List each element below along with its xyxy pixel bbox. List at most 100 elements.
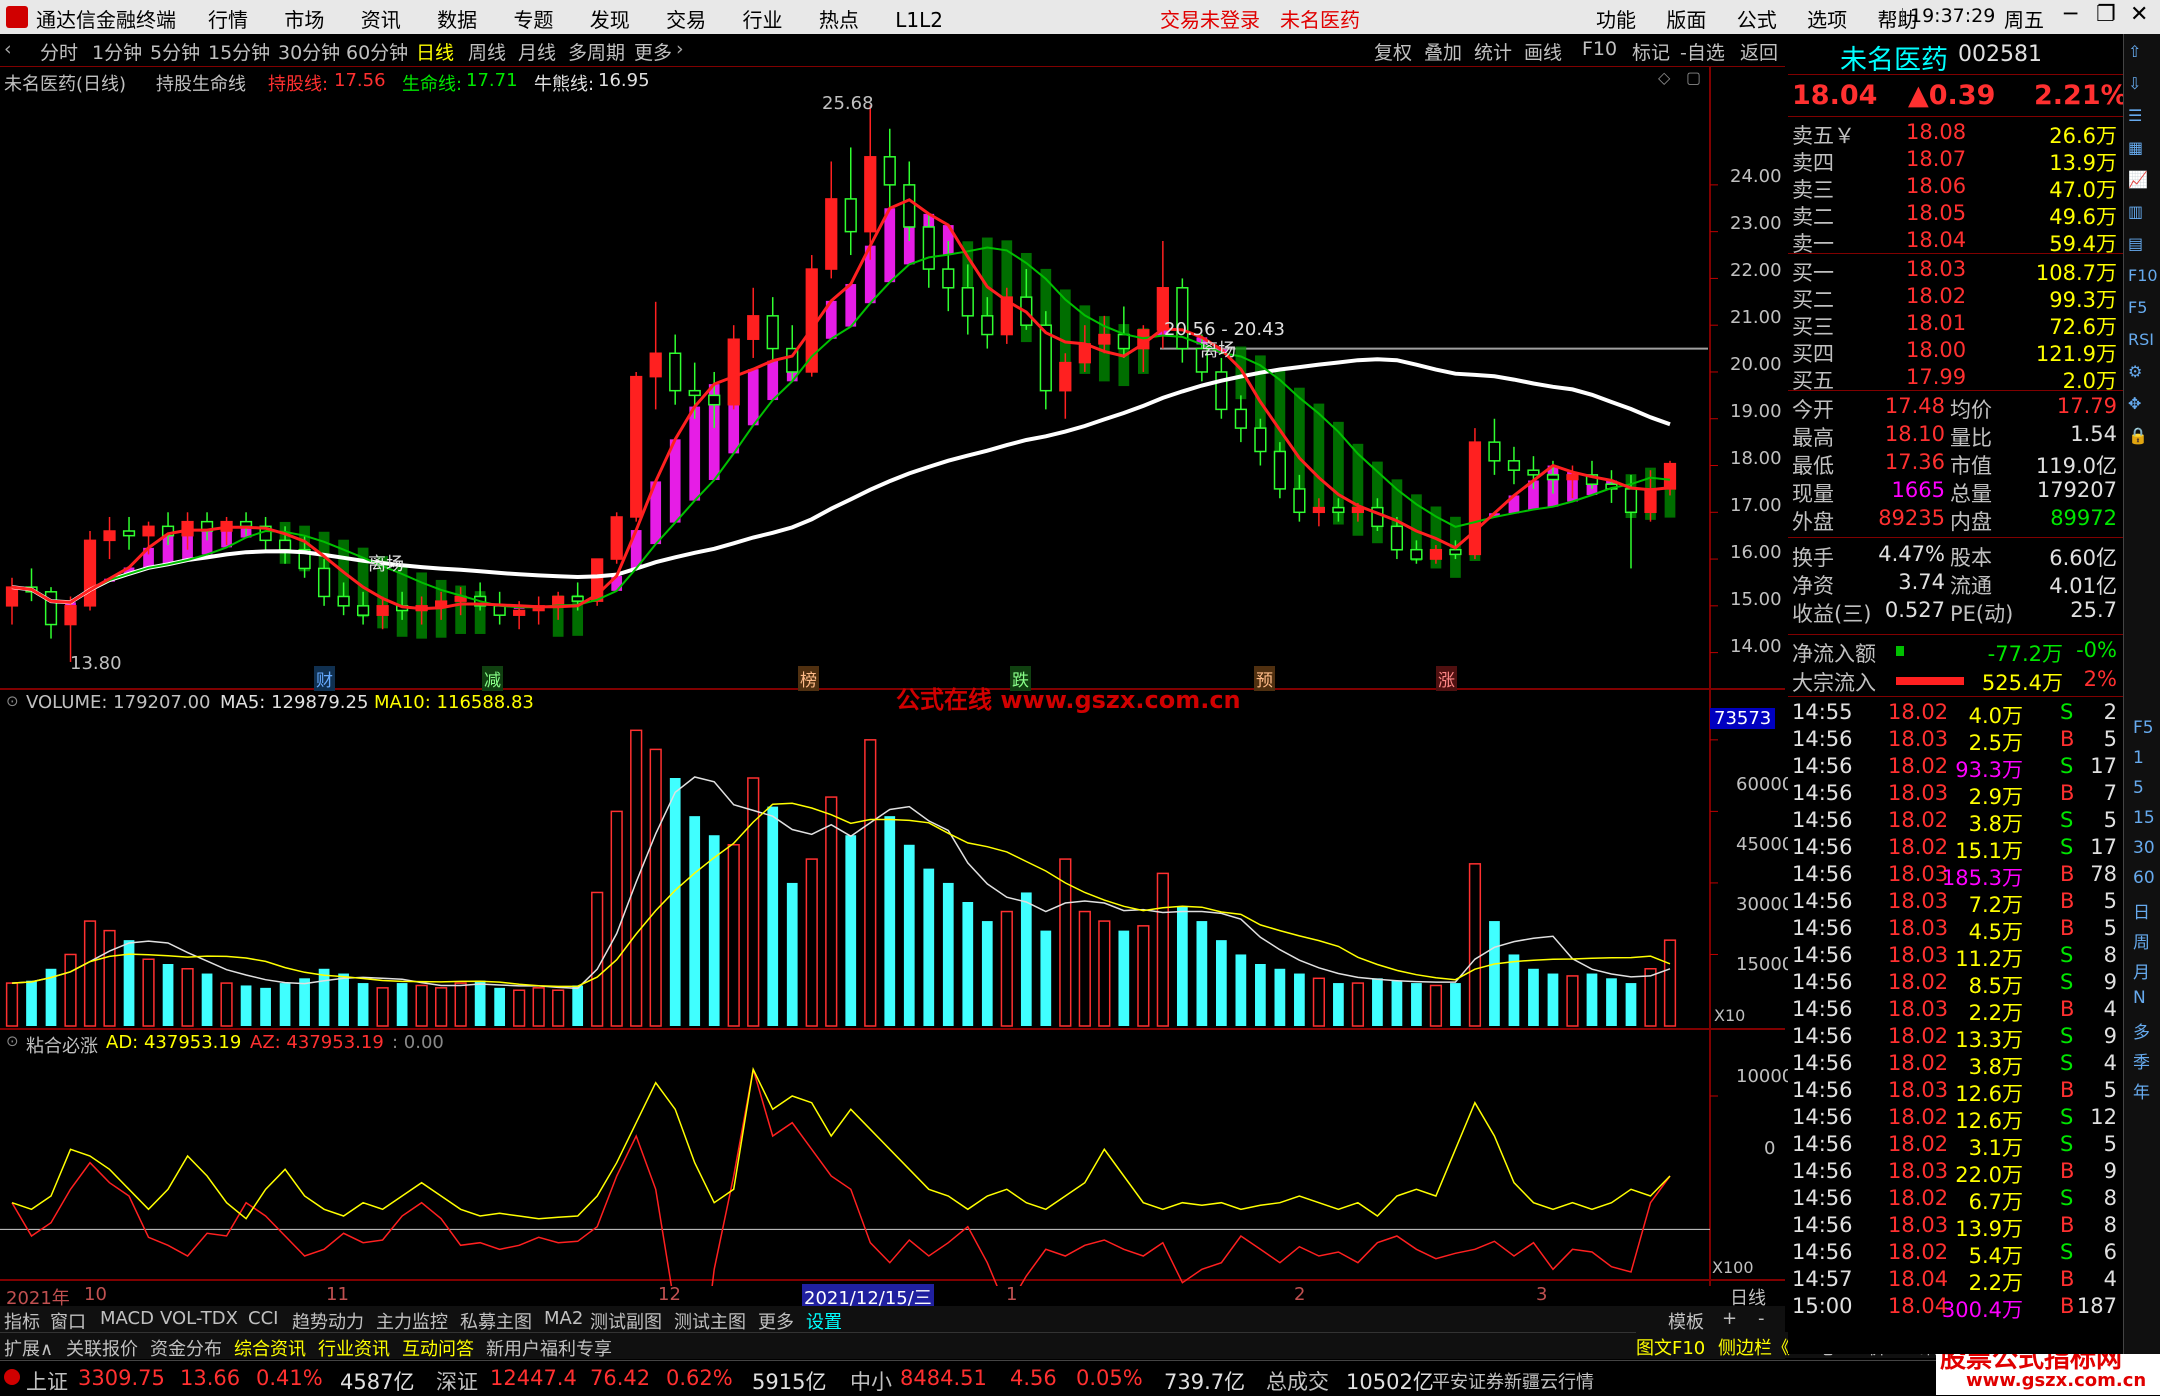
tab-related-quotes[interactable]: 关联报价 <box>66 1335 138 1361</box>
tab-macd[interactable]: MACD <box>100 1308 154 1329</box>
move-icon[interactable]: ✥ <box>2128 394 2141 413</box>
main-indicator-name[interactable]: 持股生命线 <box>156 70 246 96</box>
menu-item[interactable]: 数据 <box>437 8 477 32</box>
tab-f10[interactable]: 图文F10 <box>1636 1334 1705 1360</box>
menu-item[interactable]: 行业 <box>743 8 783 32</box>
period-tab-active[interactable]: 日线 <box>416 38 454 65</box>
bid-row[interactable]: 买一 18.03 108.7万 <box>1788 257 2123 285</box>
period-tab[interactable]: 多周期 <box>568 38 625 65</box>
event-tag[interactable]: 涨 <box>1436 666 1457 691</box>
tab-sidebar[interactable]: 侧边栏《 <box>1718 1334 1790 1360</box>
bid-row[interactable]: 买三 18.01 72.6万 <box>1788 311 2123 339</box>
bid-row[interactable]: 买五 17.99 2.0万 <box>1788 365 2123 393</box>
period-tab[interactable]: 5分钟 <box>150 38 200 65</box>
menu-item[interactable]: 专题 <box>513 8 553 32</box>
ask-row[interactable]: 卖五￥ 18.08 26.6万 <box>1788 120 2123 148</box>
menu-item[interactable]: 市场 <box>284 8 324 32</box>
ask-row[interactable]: 卖一 18.04 59.4万 <box>1788 228 2123 256</box>
menu-layout[interactable]: 版面 <box>1666 8 1706 32</box>
period-shortcut[interactable]: 月 <box>2133 958 2150 983</box>
period-tab[interactable]: 月线 <box>518 38 556 65</box>
event-tag[interactable]: 财 <box>314 666 335 691</box>
expand-icon[interactable]: ▢ <box>1686 68 1701 87</box>
period-tab[interactable]: 1分钟 <box>92 38 142 65</box>
period-tab[interactable]: 30分钟 <box>278 38 340 65</box>
close-icon[interactable]: ✕ <box>2130 2 2148 27</box>
zx-label[interactable]: 中小 <box>850 1366 892 1396</box>
gear-icon[interactable]: ⚙ <box>2128 362 2142 381</box>
tab-general-news[interactable]: 综合资讯 <box>234 1335 306 1361</box>
menu-item[interactable]: 交易 <box>666 8 706 32</box>
quote-stock-name[interactable]: 未名医药 <box>1840 38 1948 77</box>
menu-item[interactable]: 行情 <box>208 8 248 32</box>
period-shortcut[interactable]: 季 <box>2133 1048 2150 1073</box>
tab-main-monitor[interactable]: 主力监控 <box>376 1308 448 1334</box>
period-shortcut[interactable]: 15 <box>2133 808 2155 828</box>
grid-icon[interactable]: ▦ <box>2128 138 2143 157</box>
tab-test-main[interactable]: 测试主图 <box>674 1308 746 1334</box>
period-tab[interactable]: 60分钟 <box>346 38 408 65</box>
restore-icon[interactable]: ❐ <box>2096 2 2116 27</box>
rsi-icon[interactable]: RSI <box>2128 330 2154 349</box>
diamond-icon[interactable]: ◇ <box>1658 68 1670 87</box>
toolbar-button[interactable]: 统计 <box>1474 38 1512 65</box>
zoom-out-button[interactable]: - <box>1758 1308 1765 1329</box>
bid-row[interactable]: 买四 18.00 121.9万 <box>1788 338 2123 366</box>
period-shortcut[interactable]: 年 <box>2133 1078 2150 1103</box>
menu-item[interactable]: 热点 <box>819 8 859 32</box>
ask-row[interactable]: 卖四 18.07 13.9万 <box>1788 147 2123 175</box>
period-tab[interactable]: 周线 <box>468 38 506 65</box>
period-tab[interactable]: 分时 <box>40 38 78 65</box>
tab-new-user[interactable]: 新用户福利专享 <box>486 1335 612 1361</box>
period-shortcut[interactable]: 30 <box>2133 838 2155 858</box>
toolbar-button[interactable]: F10 <box>1582 38 1617 60</box>
tab-template[interactable]: 模板 <box>1668 1308 1704 1334</box>
event-tag[interactable]: 榜 <box>798 666 819 691</box>
chart-canvas[interactable] <box>0 66 1785 1286</box>
toolbar-button[interactable]: 画线 <box>1524 38 1562 65</box>
tab-qa[interactable]: 互动问答 <box>402 1335 474 1361</box>
minimize-icon[interactable]: ─ <box>2064 2 2077 27</box>
sz-label[interactable]: 深证 <box>436 1366 478 1396</box>
toolbar-button[interactable]: 标记 <box>1632 38 1670 65</box>
table-icon[interactable]: ▤ <box>2128 234 2143 253</box>
event-tag[interactable]: 预 <box>1254 666 1275 691</box>
period-shortcut[interactable]: 1 <box>2133 748 2144 768</box>
period-shortcut[interactable]: 60 <box>2133 868 2155 888</box>
tab-cci[interactable]: CCI <box>248 1308 278 1329</box>
tab-expand[interactable]: 扩展∧ <box>4 1335 53 1361</box>
lock-icon[interactable]: 🔒 <box>2128 426 2148 445</box>
period-tab[interactable]: 15分钟 <box>208 38 270 65</box>
tab-industry-news[interactable]: 行业资讯 <box>318 1335 390 1361</box>
period-shortcut[interactable]: 5 <box>2133 778 2144 798</box>
tab-fund-distribution[interactable]: 资金分布 <box>150 1335 222 1361</box>
tab-ma2[interactable]: MA2 <box>544 1308 583 1329</box>
panel-toggle-icon[interactable]: ⊙ <box>6 692 19 710</box>
tab-trend[interactable]: 趋势动力 <box>292 1308 364 1334</box>
period-shortcut[interactable]: F5 <box>2133 718 2154 738</box>
bid-row[interactable]: 买二 18.02 99.3万 <box>1788 284 2123 312</box>
toolbar-button[interactable]: -自选 <box>1680 38 1725 65</box>
period-shortcut[interactable]: 周 <box>2133 928 2150 953</box>
tab-indicator[interactable]: 指标 <box>4 1308 40 1334</box>
ask-row[interactable]: 卖二 18.05 49.6万 <box>1788 201 2123 229</box>
f10-icon[interactable]: F10 <box>2128 266 2158 285</box>
chart-icon[interactable]: 📈 <box>2128 170 2148 189</box>
collapse-icon[interactable]: ‹ <box>4 38 12 60</box>
toolbar-button[interactable]: 返回 <box>1740 38 1778 65</box>
period-shortcut[interactable]: 日 <box>2133 898 2150 923</box>
zoom-in-button[interactable]: + <box>1722 1308 1737 1329</box>
event-tag[interactable]: 减 <box>482 666 503 691</box>
menu-item[interactable]: 资讯 <box>361 8 401 32</box>
ad-indicator-name[interactable]: 粘合必涨 <box>26 1032 98 1058</box>
sh-label[interactable]: 上证 <box>26 1366 68 1396</box>
trade-login-notice[interactable]: 交易未登录 <box>1160 4 1260 33</box>
bar-icon[interactable]: ▥ <box>2128 202 2143 221</box>
toolbar-button[interactable]: 复权 <box>1374 38 1412 65</box>
f5-icon[interactable]: F5 <box>2128 298 2147 317</box>
chevron-right-icon[interactable]: › <box>676 38 684 60</box>
list-icon[interactable]: ☰ <box>2128 106 2142 125</box>
tab-test-sub[interactable]: 测试副图 <box>590 1308 662 1334</box>
period-tab-more[interactable]: 更多 <box>634 38 672 65</box>
tab-settings[interactable]: 设置 <box>806 1308 842 1334</box>
